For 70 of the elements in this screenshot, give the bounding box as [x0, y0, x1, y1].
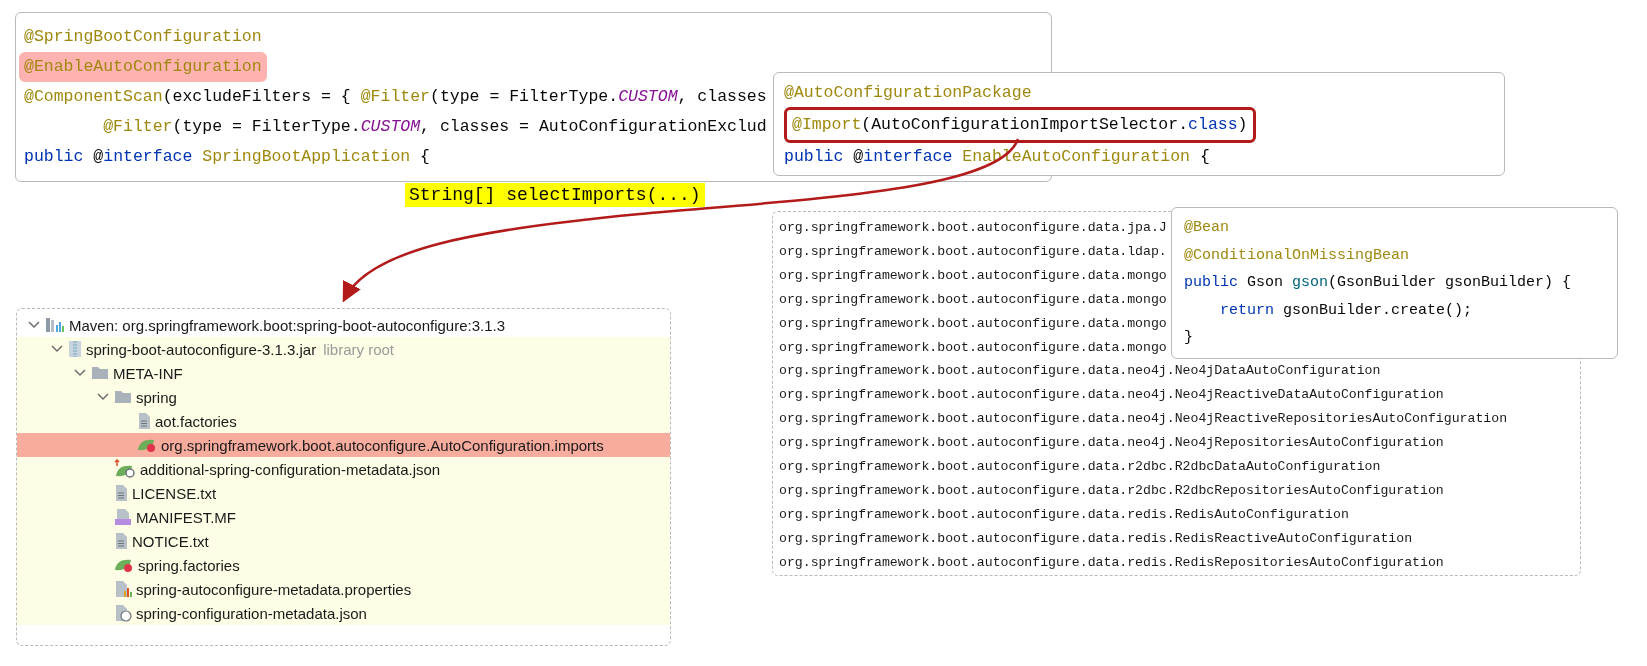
- code-line: @SpringBootConfiguration: [24, 26, 262, 48]
- import-line: org.springframework.boot.autoconfigure.data.ldap.: [779, 242, 1167, 261]
- import-line: org.springframework.boot.autoconfigure.data.neo4j.Neo4jReactiveRepositoriesAutoConfiguration: [779, 410, 1508, 429]
- tree-item-label: Maven: org.springframework.boot:spring-boot-autoconfigure:3.1.3: [69, 316, 506, 334]
- tree-item-label: META-INF: [113, 364, 183, 382]
- library-icon: [45, 317, 65, 333]
- tree-item-label: LICENSE.txt: [132, 484, 217, 502]
- tree-item[interactable]: MANIFEST.MF: [17, 505, 670, 529]
- manifest-file-icon: [114, 508, 132, 526]
- import-line: org.springframework.boot.autoconfigure.data.neo4j.Neo4jReactiveDataAutoConfiguration: [779, 386, 1444, 405]
- folder-icon: [114, 390, 132, 404]
- import-line: org.springframework.boot.autoconfigure.data.r2dbc.R2dbcRepositoriesAutoConfiguration: [779, 481, 1444, 500]
- import-line: org.springframework.boot.autoconfigure.data.r2dbc.R2dbcDataAutoConfiguration: [779, 458, 1381, 477]
- tree-item[interactable]: spring.factories: [17, 553, 670, 577]
- tree-item[interactable]: META-INF: [17, 361, 670, 385]
- import-line: org.springframework.boot.autoconfigure.data.redis.RedisRepositoriesAutoConfiguration: [779, 553, 1444, 572]
- code-line: @Filter(type = FilterType.CUSTOM, classes = AutoConfigurationExclud: [102, 116, 767, 138]
- code-line: @AutoConfigurationPackage: [784, 82, 1032, 104]
- json-file-icon: [114, 604, 132, 622]
- tree-item[interactable]: LICENSE.txt: [17, 481, 670, 505]
- tree-item-label: aot.factories: [155, 412, 237, 430]
- tree-item-note: library root: [323, 340, 394, 358]
- code-line: return gsonBuilder.create();: [1219, 300, 1473, 321]
- tree-item[interactable]: additional-spring-configuration-metadata.json: [17, 457, 670, 481]
- tree-item-label: spring-autoconfigure-metadata.properties: [136, 580, 412, 598]
- tree-item[interactable]: org.springframework.boot.autoconfigure.AutoConfiguration.imports: [17, 433, 670, 457]
- import-line: org.springframework.boot.autoconfigure.data.neo4j.Neo4jDataAutoConfiguration: [779, 362, 1381, 381]
- tree-item[interactable]: spring-autoconfigure-metadata.properties: [17, 577, 670, 601]
- tree-item[interactable]: aot.factories: [17, 409, 670, 433]
- tree-item[interactable]: spring: [17, 385, 670, 409]
- leaf-icon: [137, 437, 157, 453]
- file-icon: [114, 532, 128, 550]
- leaf-gear-icon: [114, 459, 136, 479]
- folder-icon: [91, 366, 109, 380]
- import-line: org.springframework.boot.autoconfigure.data.redis.RedisReactiveAutoConfiguration: [779, 529, 1413, 548]
- file-icon: [137, 412, 151, 430]
- import-line: org.springframework.boot.autoconfigure.data.redis.RedisAutoConfiguration: [779, 505, 1349, 524]
- chevron-icon[interactable]: [28, 321, 40, 329]
- leaf-icon: [114, 557, 134, 573]
- tree-item[interactable]: Maven: org.springframework.boot:spring-boot-autoconfigure:3.1.3: [17, 313, 670, 337]
- import-line: org.springframework.boot.autoconfigure.data.mongo: [779, 266, 1167, 285]
- tree-item[interactable]: spring-configuration-metadata.json: [17, 601, 670, 625]
- code-line: @Bean: [1184, 218, 1229, 238]
- tree-item-label: org.springframework.boot.autoconfigure.AutoConfiguration.imports: [161, 436, 604, 454]
- file-icon: [114, 484, 128, 502]
- tree-item[interactable]: spring-boot-autoconfigure-3.1.3.jar library root: [17, 337, 670, 361]
- tree-item-label: NOTICE.txt: [132, 532, 209, 550]
- import-line: org.springframework.boot.autoconfigure.data.mongo: [779, 290, 1167, 309]
- tree-item-label: spring-configuration-metadata.json: [136, 604, 367, 622]
- code-line: @ComponentScan(excludeFilters = { @Filter(type = FilterType.CUSTOM, classes: [24, 86, 767, 108]
- archive-icon: [68, 340, 82, 358]
- tree-item-label: spring-boot-autoconfigure-3.1.3.jar: [86, 340, 317, 358]
- import-line: org.springframework.boot.autoconfigure.data.mongo: [779, 338, 1167, 357]
- code-line: public Gson gson(GsonBuilder gsonBuilder) {: [1184, 273, 1572, 293]
- chevron-icon[interactable]: [74, 369, 86, 377]
- tree-item-label: MANIFEST.MF: [136, 508, 236, 526]
- code-line: public @interface SpringBootApplication {: [24, 146, 430, 168]
- import-line: org.springframework.boot.autoconfigure.data.jpa.J: [779, 219, 1167, 237]
- tree-item-label: additional-spring-configuration-metadata.json: [140, 460, 441, 478]
- properties-file-icon: [114, 580, 132, 598]
- code-line: @ConditionalOnMissingBean: [1184, 245, 1410, 266]
- chevron-icon[interactable]: [51, 345, 63, 353]
- chevron-icon[interactable]: [97, 393, 109, 401]
- method-label: String[] selectImports(...): [405, 183, 705, 207]
- tree-item-label: spring: [136, 388, 177, 406]
- import-line: org.springframework.boot.autoconfigure.data.neo4j.Neo4jRepositoriesAutoConfiguration: [779, 434, 1444, 453]
- import-line: org.springframework.boot.autoconfigure.data.mongo: [779, 314, 1167, 333]
- tree-item-label: spring.factories: [138, 556, 240, 574]
- code-line: }: [1184, 328, 1193, 348]
- tree-item[interactable]: NOTICE.txt: [17, 529, 670, 553]
